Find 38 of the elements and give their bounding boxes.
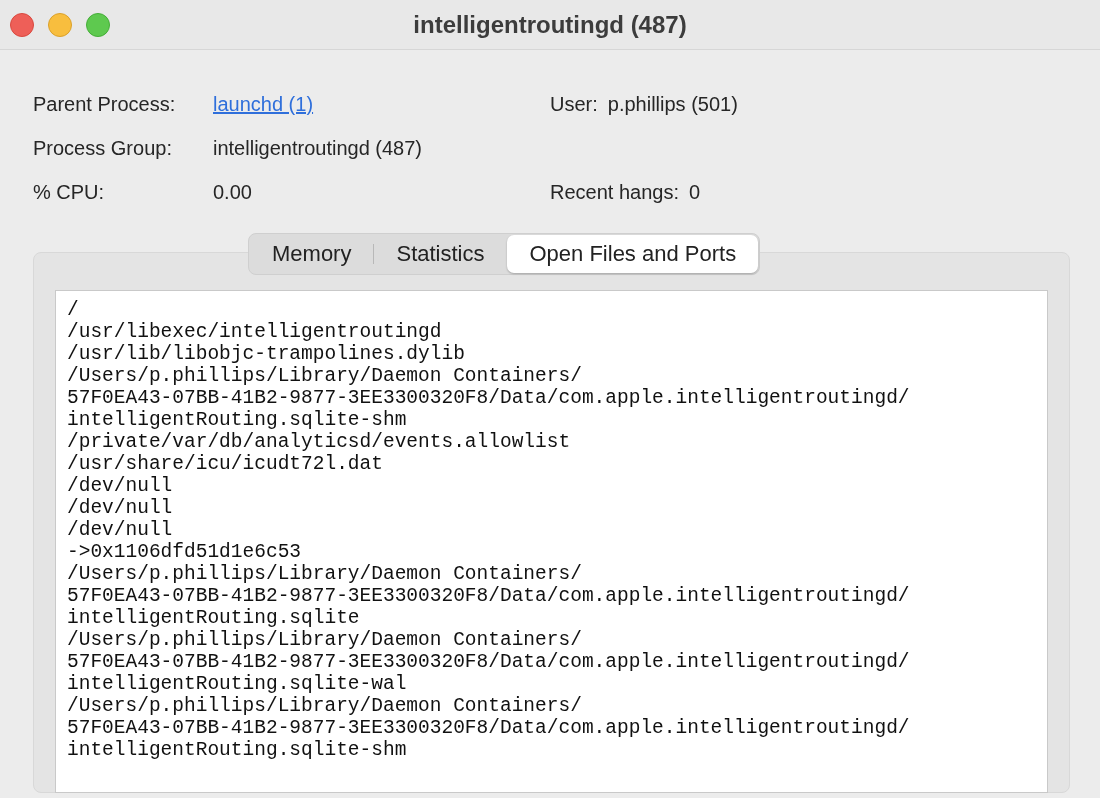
file-path: 57F0EA43-07BB-41B2-9877-3EE3300320F8/Data/com.apple.intelligentroutingd/ <box>67 651 911 673</box>
minimize-button[interactable] <box>48 12 72 37</box>
file-path: 57F0EA43-07BB-41B2-9877-3EE3300320F8/Data/com.apple.intelligentroutingd/ <box>67 585 911 607</box>
zoom-button[interactable] <box>86 12 110 37</box>
file-path: /usr/share/icu/icudt72l.dat <box>67 453 384 475</box>
field-label: Process Group: <box>33 136 173 160</box>
file-path: /Users/p.phillips/Library/Daemon Containers/ <box>67 563 583 585</box>
file-path: intelligentRouting.sqlite-shm <box>67 409 408 431</box>
file-path: /usr/lib/libobjc-trampolines.dylib <box>67 343 466 365</box>
field-value: intelligentroutingd (487) <box>213 136 424 160</box>
field-label: User: <box>550 92 598 116</box>
field-value: 0 <box>689 180 701 204</box>
file-path: /private/var/db/analyticsd/events.allowlist <box>67 431 572 453</box>
file-path: /dev/null <box>67 475 174 497</box>
field-value: 0.00 <box>213 180 253 204</box>
file-path: 57F0EA43-07BB-41B2-9877-3EE3300320F8/Data/com.apple.intelligentroutingd/ <box>67 717 911 739</box>
field-label: Recent hangs: <box>550 180 679 204</box>
file-path: / <box>67 299 80 321</box>
window-title: intelligentroutingd (487) <box>413 10 687 39</box>
field-label: Parent Process: <box>33 92 177 116</box>
close-button[interactable] <box>10 12 34 37</box>
file-path: intelligentRouting.sqlite-wal <box>67 673 408 695</box>
tab[interactable]: Memory <box>250 235 374 273</box>
tab[interactable]: Open Files and Ports <box>507 235 759 273</box>
file-path: intelligentRouting.sqlite <box>67 607 361 629</box>
file-path: /dev/null <box>67 519 174 541</box>
file-path: /Users/p.phillips/Library/Daemon Containers/ <box>67 365 583 387</box>
file-path: /usr/libexec/intelligentroutingd <box>67 321 443 343</box>
tab[interactable]: Statistics <box>374 235 507 273</box>
parent-process-link[interactable]: launchd (1) <box>213 92 314 115</box>
file-path: /dev/null <box>67 497 174 519</box>
file-path: intelligentRouting.sqlite-shm <box>67 739 408 761</box>
file-path: ->0x1106dfd51d1e6c53 <box>67 541 303 563</box>
field-value: p.phillips (501) <box>607 92 738 116</box>
field-label: % CPU: <box>33 180 106 204</box>
file-path: /Users/p.phillips/Library/Daemon Containers/ <box>67 695 583 717</box>
file-path: 57F0EA43-07BB-41B2-9877-3EE3300320F8/Data/com.apple.intelligentroutingd/ <box>67 387 911 409</box>
file-path: /Users/p.phillips/Library/Daemon Containers/ <box>67 629 583 651</box>
